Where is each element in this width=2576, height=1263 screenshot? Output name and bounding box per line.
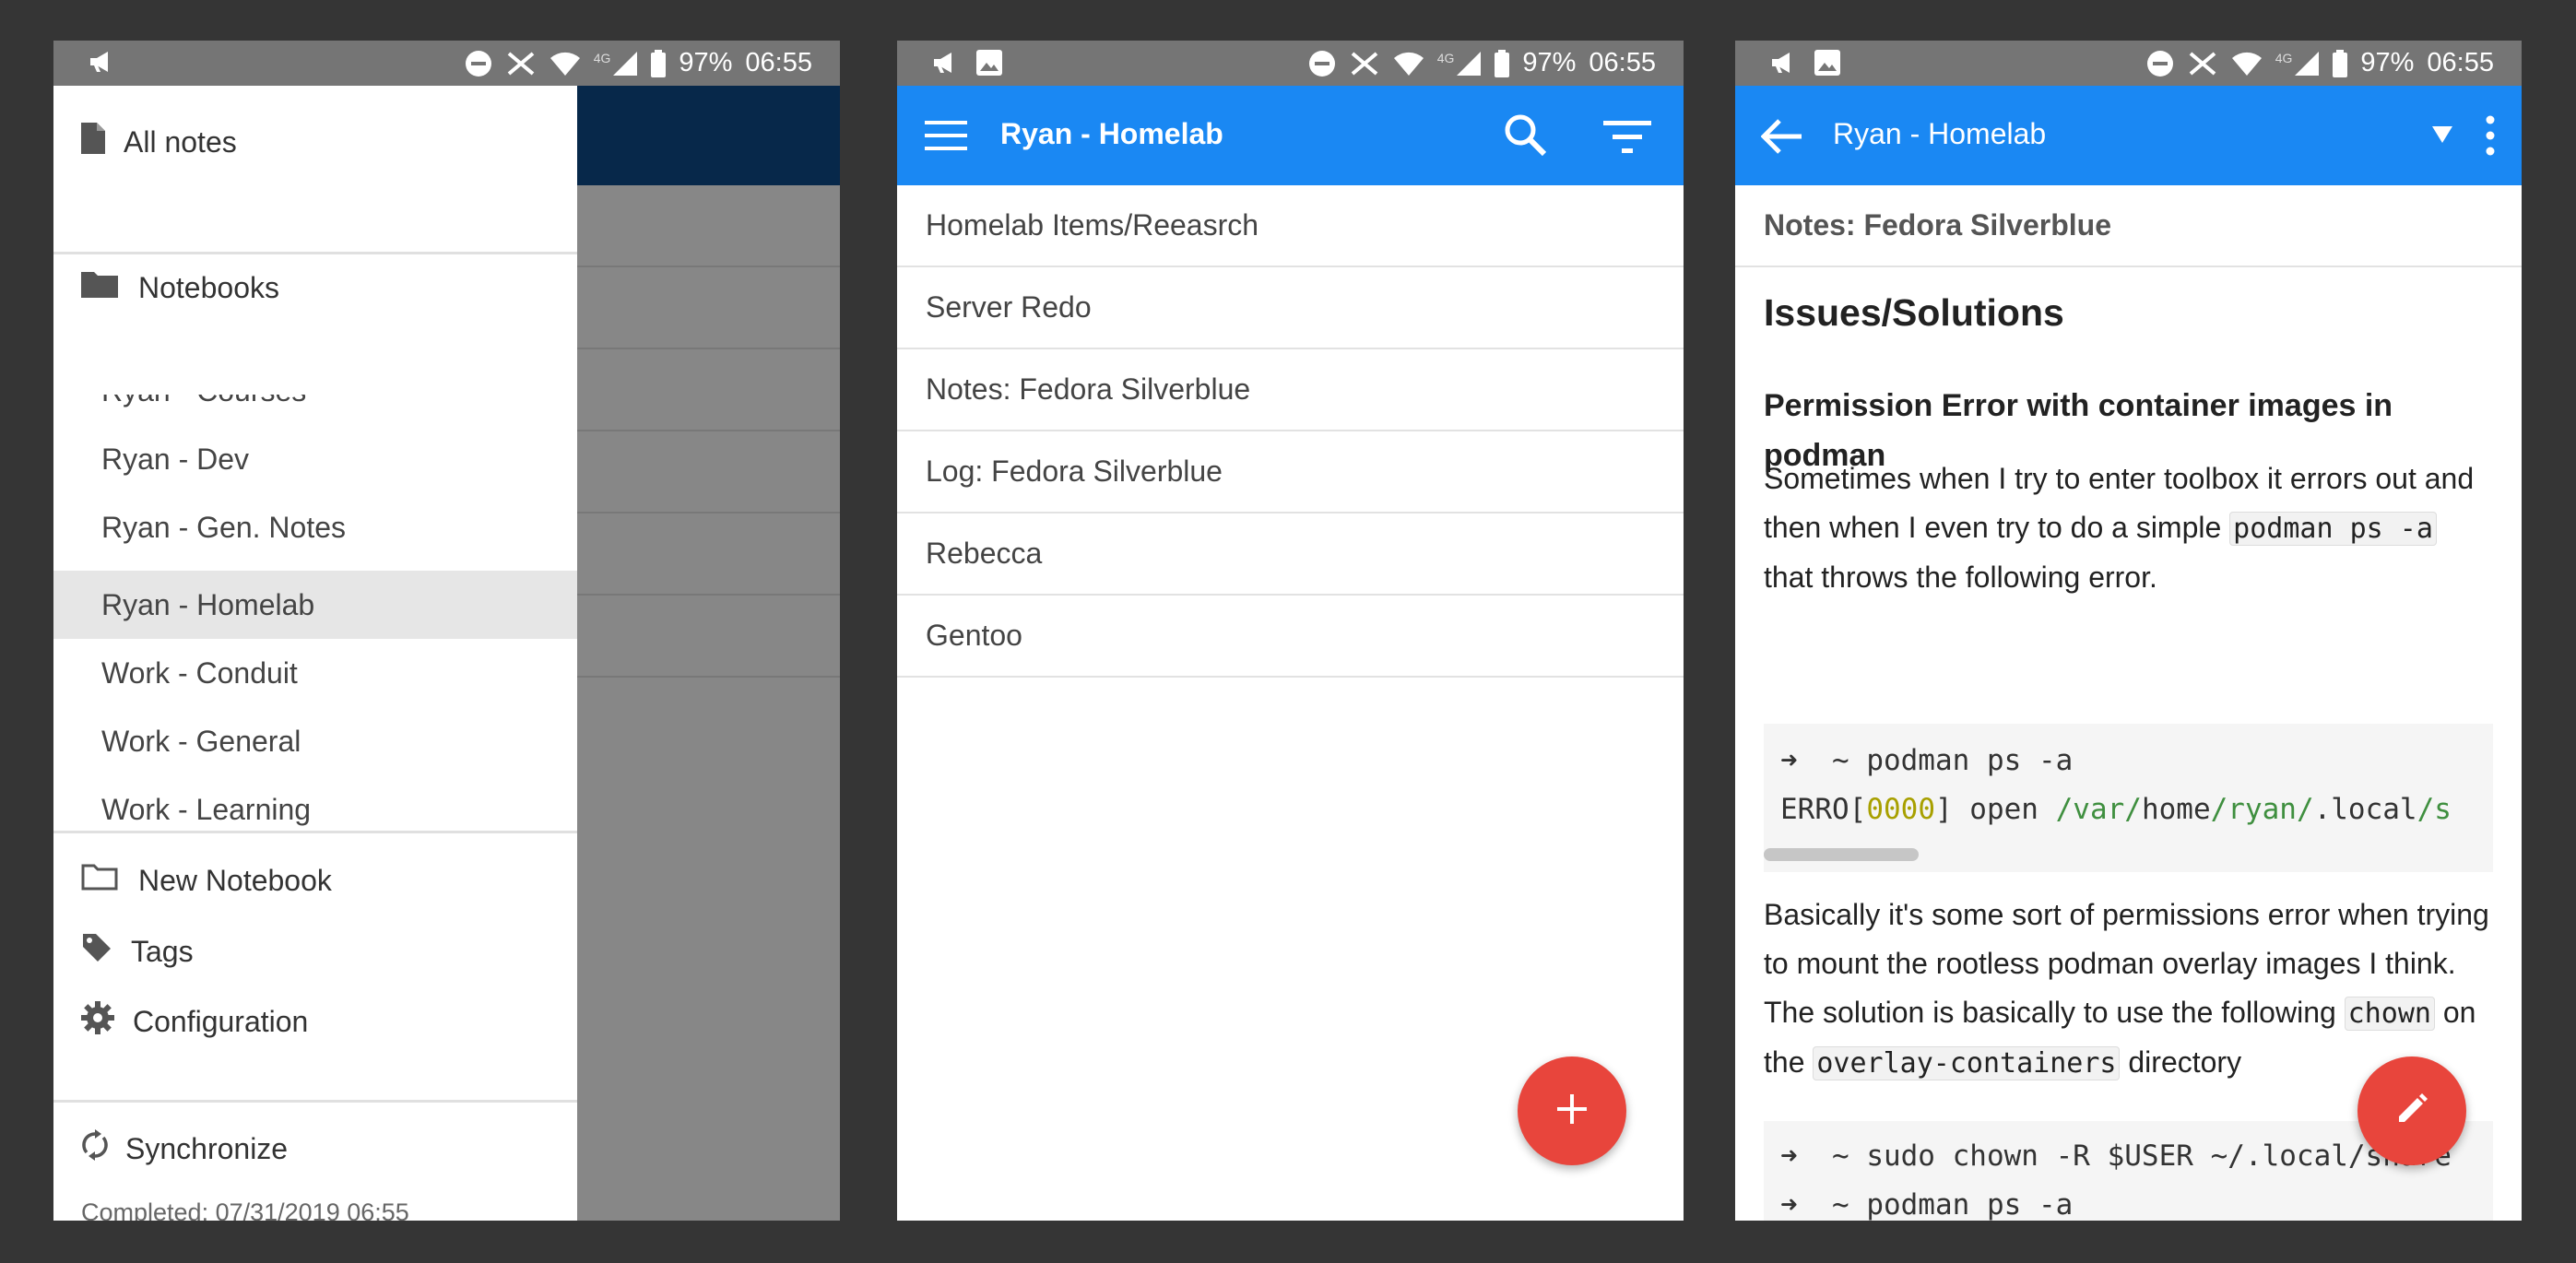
notebook-item-selected[interactable]: Ryan - Homelab <box>101 588 314 622</box>
clock: 06:55 <box>745 48 812 77</box>
search-icon[interactable] <box>1504 113 1547 160</box>
notebooks-header: Notebooks <box>53 254 577 322</box>
signal-icon: 4G <box>594 51 639 77</box>
app-bar: Ryan - Homelab <box>1735 86 2522 185</box>
battery-percent: 97% <box>1522 48 1577 77</box>
announcement-icon <box>89 50 116 74</box>
appbar-title: Ryan - Homelab <box>1833 117 2047 150</box>
note-heading: Issues/Solutions <box>1764 291 2064 334</box>
all-notes-label: All notes <box>124 124 237 159</box>
phone-note-view-screen: 4G 97% 06:55 Ryan - Homelab Notes: Fedor… <box>1735 41 2522 1221</box>
tools-icon <box>2187 50 2218 77</box>
wifi-icon <box>2231 51 2263 77</box>
code-scrollbar[interactable] <box>1764 848 1919 861</box>
drawer-all-notes[interactable]: All notes <box>53 123 577 161</box>
new-notebook-label: New Notebook <box>138 863 332 897</box>
wifi-icon <box>1393 51 1424 77</box>
notebook-item[interactable]: Ryan - Dev <box>101 443 249 477</box>
tools-icon <box>1349 50 1380 77</box>
notebook-list: Ryan - Courses Ryan - Dev Ryan - Gen. No… <box>53 395 577 837</box>
add-note-button[interactable] <box>1518 1056 1626 1165</box>
status-bar: 4G 97% 06:55 <box>53 41 840 86</box>
more-vert-icon[interactable] <box>2486 115 2495 160</box>
phone-drawer-screen: 4G 97% 06:55 Ryan - Homelab Homelab Item… <box>53 41 840 1221</box>
status-bar: 4G 97% 06:55 <box>897 41 1684 86</box>
dnd-icon <box>1308 50 1336 77</box>
list-item[interactable]: Homelab Items/Reeasrch <box>897 185 1684 267</box>
dnd-icon <box>2146 50 2174 77</box>
synchronize-button[interactable]: Synchronize <box>53 1129 577 1168</box>
inline-code: chown <box>2344 997 2435 1031</box>
notebook-item[interactable]: Ryan - Courses <box>101 395 306 408</box>
announcement-icon <box>932 51 960 75</box>
notebook-item[interactable]: Work - Learning <box>101 793 311 827</box>
tags-button[interactable]: Tags <box>53 932 577 971</box>
edit-note-button[interactable] <box>2357 1056 2466 1165</box>
battery-percent: 97% <box>679 48 733 77</box>
app-bar: Ryan - Homelab <box>897 86 1684 185</box>
note-paragraph: Sometimes when I try to enter toolbox it… <box>1764 462 2475 594</box>
navigation-drawer: All notes Notebooks Ryan - Courses Ryan … <box>53 86 577 1221</box>
menu-icon[interactable] <box>925 117 967 159</box>
clock: 06:55 <box>2427 48 2494 77</box>
back-arrow-icon[interactable] <box>1760 119 1802 159</box>
signal-icon: 4G <box>1437 51 1483 77</box>
divider <box>53 1100 577 1103</box>
divider <box>53 831 577 833</box>
signal-icon: 4G <box>2275 51 2321 77</box>
tags-label: Tags <box>131 934 194 968</box>
inline-code: podman ps -a <box>2229 512 2437 546</box>
list-item[interactable]: Gentoo <box>897 596 1684 678</box>
filter-icon[interactable] <box>1603 121 1651 159</box>
note-icon <box>81 123 105 161</box>
sync-icon <box>81 1129 109 1168</box>
plus-icon <box>1557 1093 1587 1128</box>
configuration-label: Configuration <box>133 1004 309 1038</box>
notebooks-label: Notebooks <box>138 270 279 304</box>
folder-icon <box>81 270 118 305</box>
phone-note-list-screen: 4G 97% 06:55 Ryan - Homelab Homelab Item… <box>897 41 1684 1221</box>
wifi-icon <box>549 51 581 77</box>
sync-status: Completed: 07/31/2019 06:55 <box>81 1198 409 1221</box>
battery-icon <box>2333 49 2348 77</box>
configuration-button[interactable]: Configuration <box>53 1001 577 1042</box>
note-title: Notes: Fedora Silverblue <box>1735 185 2522 267</box>
notebook-item[interactable]: Work - General <box>101 725 301 759</box>
code-block[interactable]: ➜ ~ podman ps -a ERRO[0000] open /var/ho… <box>1764 724 2493 872</box>
notebook-item[interactable]: Work - Conduit <box>101 656 298 691</box>
announcement-icon <box>1770 51 1798 75</box>
battery-percent: 97% <box>2360 48 2415 77</box>
gear-icon <box>81 1001 114 1042</box>
battery-icon <box>1495 49 1510 77</box>
list-item[interactable]: Notes: Fedora Silverblue <box>897 349 1684 431</box>
list-item[interactable]: Server Redo <box>897 267 1684 349</box>
list-item[interactable]: Rebecca <box>897 513 1684 596</box>
clock: 06:55 <box>1589 48 1656 77</box>
folder-outline-icon <box>81 863 118 898</box>
appbar-title: Ryan - Homelab <box>1000 117 1223 150</box>
tag-icon <box>81 932 112 971</box>
dropdown-triangle-icon[interactable] <box>2432 126 2452 148</box>
note-list: Homelab Items/Reeasrch Server Redo Notes… <box>897 185 1684 678</box>
notebook-item[interactable]: Ryan - Gen. Notes <box>101 511 346 545</box>
pencil-icon <box>2395 1092 2428 1130</box>
image-icon <box>1814 50 1840 76</box>
inline-code: overlay-containers <box>1813 1046 2121 1080</box>
status-bar: 4G 97% 06:55 <box>1735 41 2522 86</box>
battery-icon <box>651 49 667 77</box>
new-notebook-button[interactable]: New Notebook <box>53 863 577 898</box>
tools-icon <box>505 50 537 77</box>
synchronize-label: Synchronize <box>125 1131 289 1165</box>
list-item[interactable]: Log: Fedora Silverblue <box>897 431 1684 513</box>
dnd-icon <box>465 50 492 77</box>
note-paragraph: Basically it's some sort of permissions … <box>1764 898 2489 1080</box>
image-icon <box>976 50 1002 76</box>
